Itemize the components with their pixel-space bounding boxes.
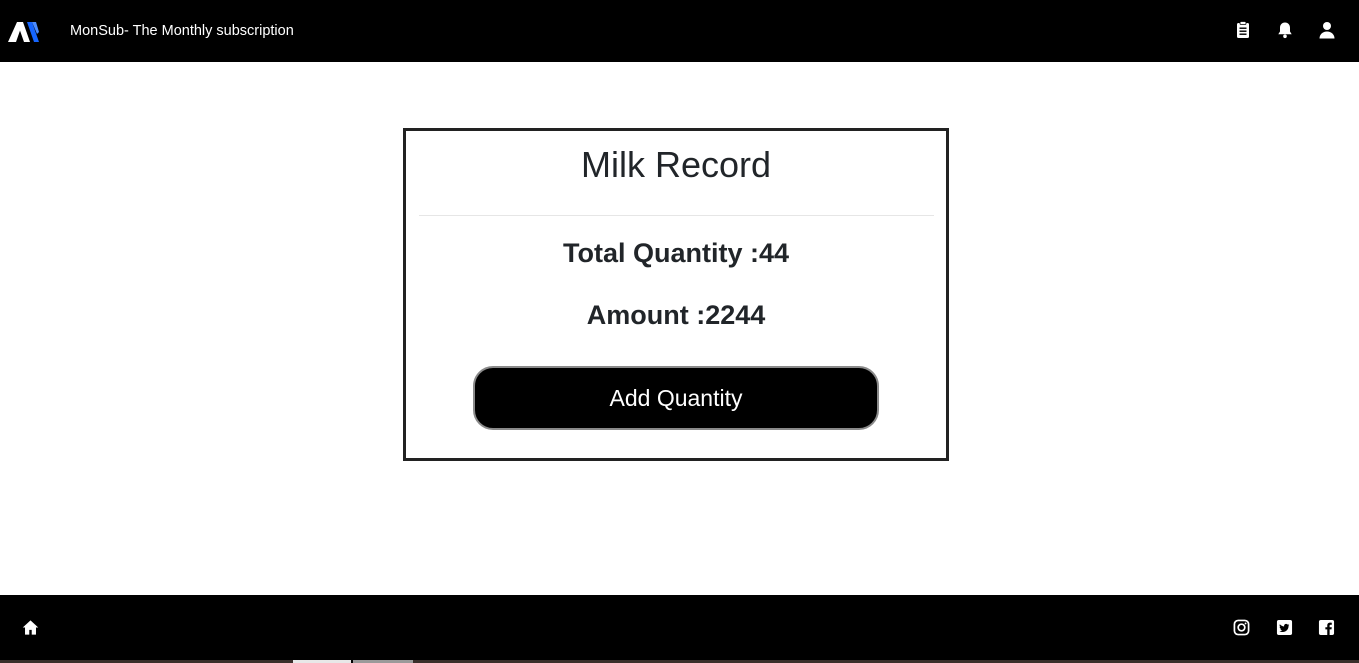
card-title: Milk Record (580, 144, 772, 185)
total-quantity: Total Quantity :44 (406, 237, 946, 269)
brand-title[interactable]: MonSub- The Monthly subscription (70, 22, 294, 40)
footer-bar (0, 595, 1359, 663)
twitter-icon[interactable] (1276, 619, 1293, 636)
bell-icon[interactable] (1276, 21, 1294, 39)
monsub-logo-icon[interactable] (8, 20, 40, 42)
user-icon[interactable] (1318, 21, 1336, 39)
total-quantity-label: Total Quantity : (562, 238, 759, 268)
home-icon[interactable] (22, 619, 39, 636)
amount-value: 2244 (705, 300, 766, 330)
top-navbar: MonSub- The Monthly subscription (0, 0, 1359, 62)
divider (419, 215, 934, 216)
total-quantity-value: 44 (758, 238, 790, 268)
add-quantity-button[interactable]: Add Quantity (473, 366, 879, 430)
clipboard-icon[interactable] (1234, 21, 1252, 39)
amount: Amount :2244 (406, 299, 946, 331)
milk-record-card: Milk Record Total Quantity :44 Amount :2… (403, 128, 949, 461)
instagram-icon[interactable] (1233, 619, 1250, 636)
facebook-icon[interactable] (1318, 619, 1335, 636)
amount-label: Amount : (586, 300, 706, 330)
